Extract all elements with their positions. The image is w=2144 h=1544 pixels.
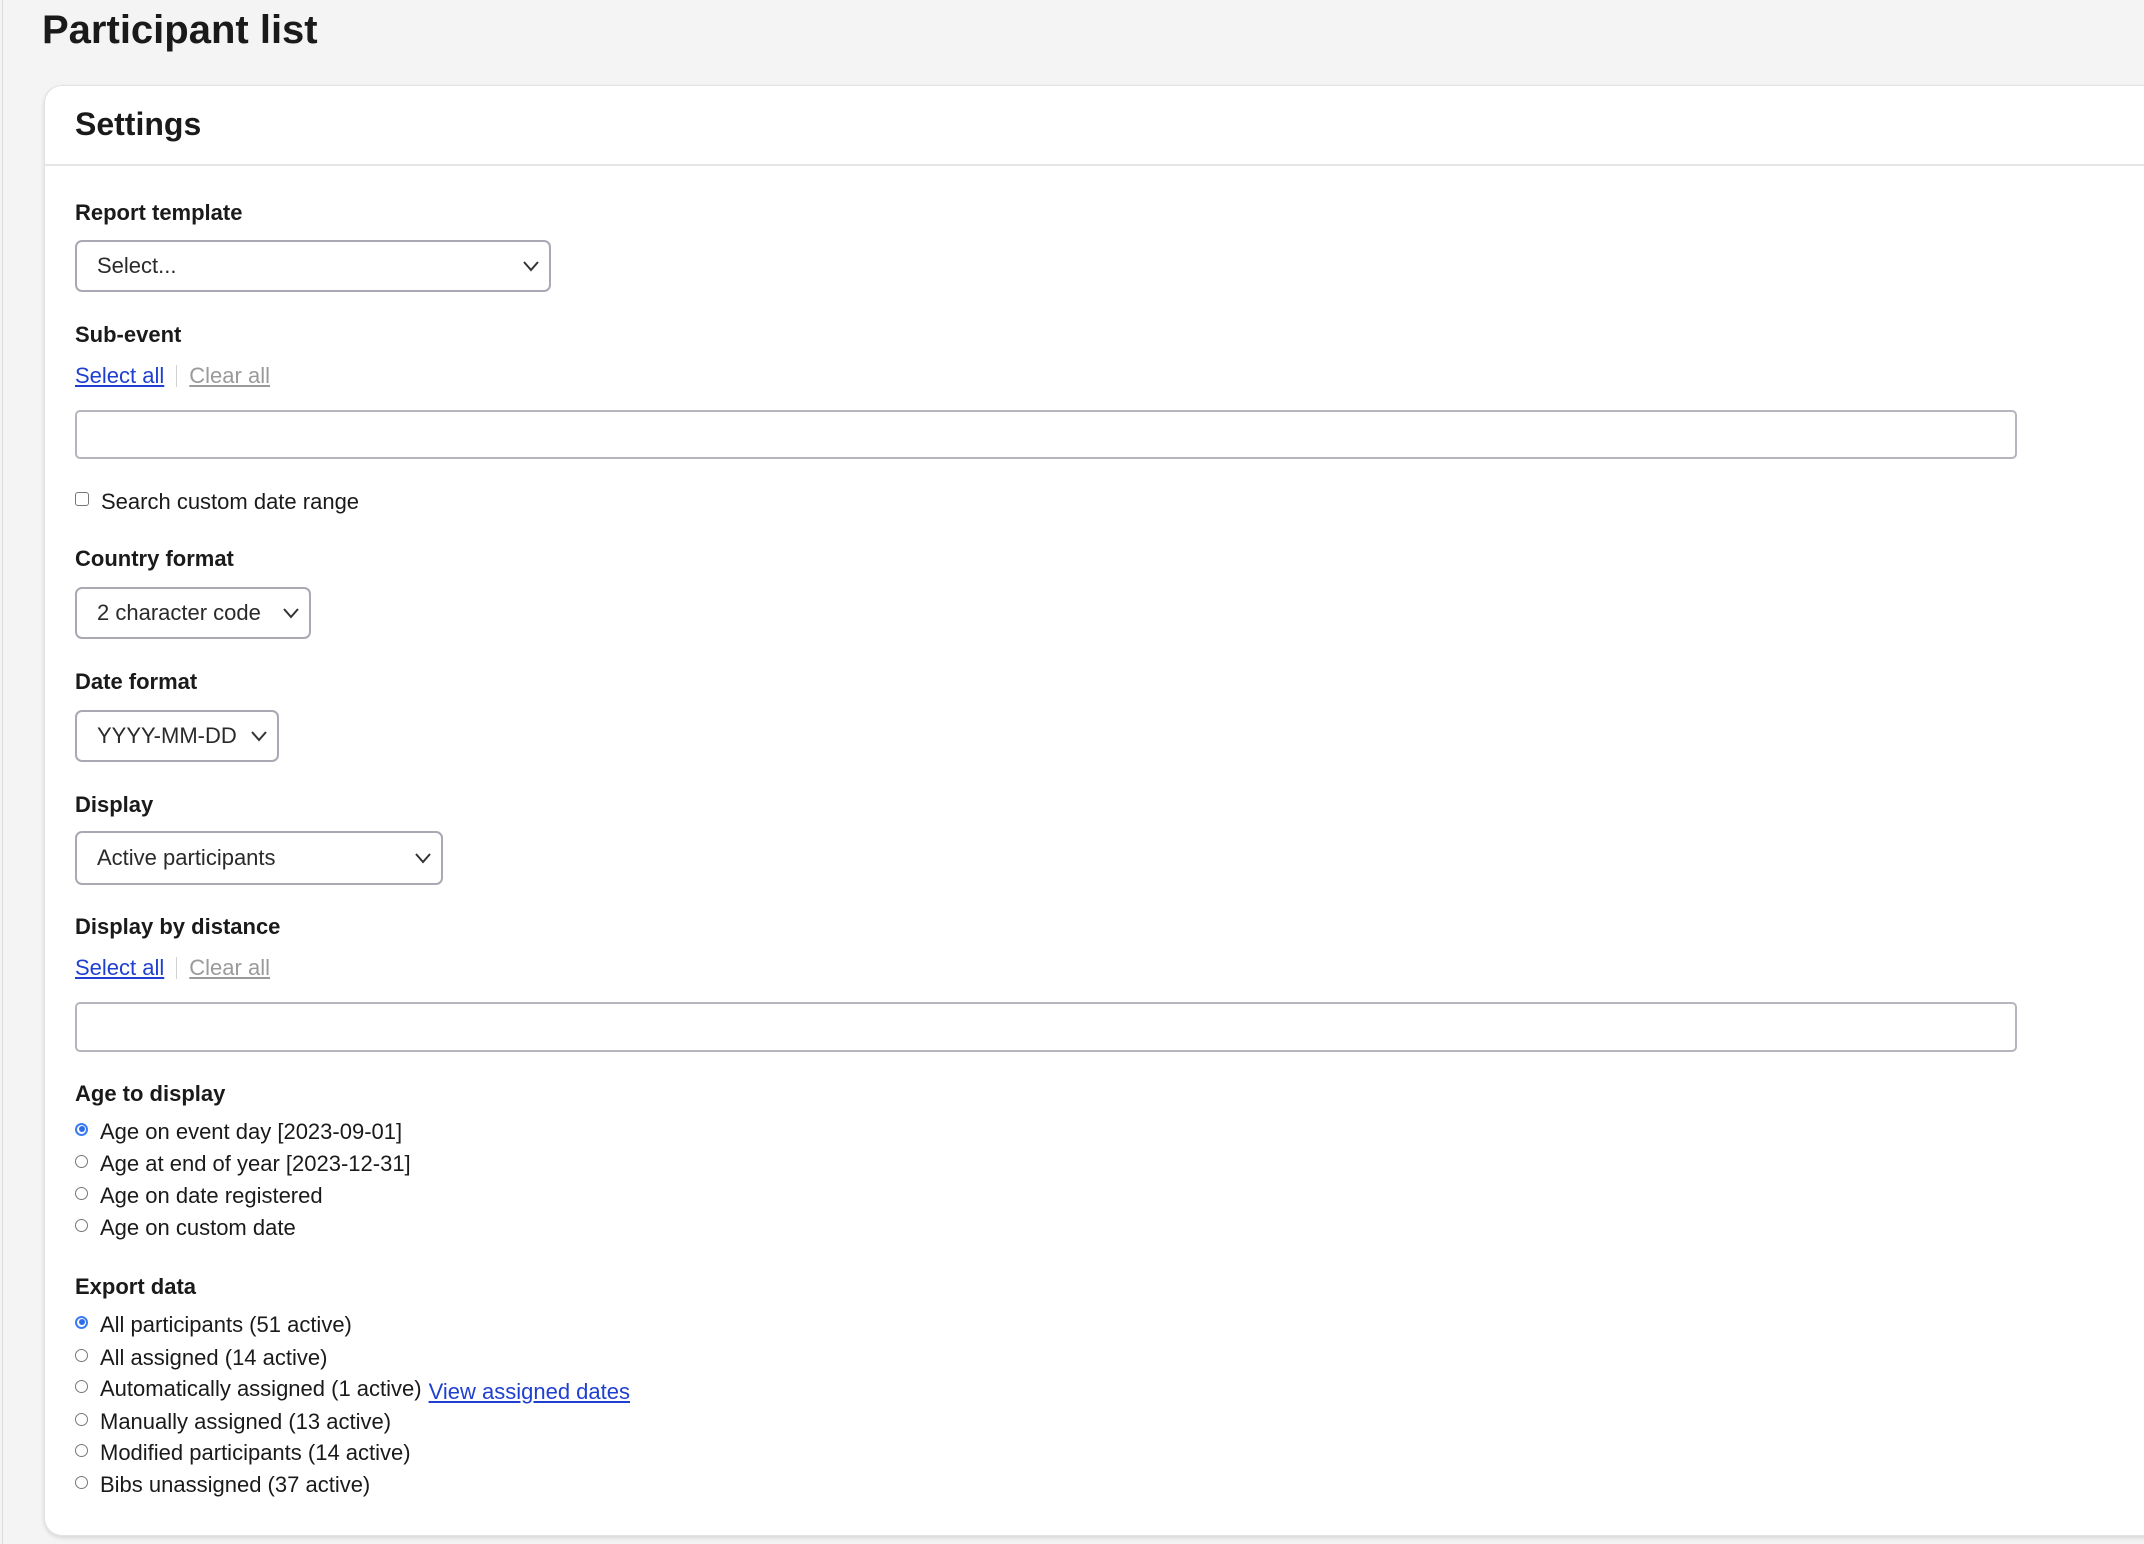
export-option[interactable]: All participants (51 active) bbox=[75, 1311, 352, 1339]
settings-card bbox=[44, 85, 2144, 1536]
radio-button[interactable] bbox=[75, 1122, 88, 1136]
chevron-down-icon bbox=[523, 261, 539, 272]
radio-button[interactable] bbox=[75, 1379, 88, 1393]
age-option-label: Age at end of year [2023-12-31] bbox=[100, 1151, 411, 1176]
distance-clear-all-link[interactable]: Clear all bbox=[189, 954, 270, 982]
report-template-value: Select... bbox=[97, 253, 177, 278]
export-option-label: Manually assigned (13 active) bbox=[100, 1409, 392, 1434]
age-option[interactable]: Age on event day [2023-09-01] bbox=[75, 1118, 402, 1146]
radio-button[interactable] bbox=[75, 1412, 88, 1426]
card-title: Settings bbox=[75, 106, 202, 142]
display-select[interactable]: Active participants bbox=[75, 831, 443, 885]
page-title: Participant list bbox=[42, 8, 318, 52]
age-option-label: Age on date registered bbox=[100, 1183, 323, 1208]
country-format-select[interactable]: 2 character code bbox=[75, 587, 311, 639]
sub-event-links: Select all Clear all bbox=[75, 362, 270, 390]
country-format-value: 2 character code bbox=[97, 600, 261, 625]
link-separator bbox=[176, 957, 178, 979]
age-to-display-label: Age to display bbox=[75, 1081, 226, 1106]
display-value: Active participants bbox=[97, 845, 276, 870]
age-option-label: Age on event day [2023-09-01] bbox=[100, 1119, 403, 1144]
distance-select-all-link[interactable]: Select all bbox=[75, 954, 164, 982]
radio-button[interactable] bbox=[75, 1348, 88, 1362]
radio-button[interactable] bbox=[75, 1315, 88, 1329]
export-option[interactable]: Modified participants (14 active) bbox=[75, 1439, 411, 1467]
date-format-label: Date format bbox=[75, 669, 198, 694]
country-format-label: Country format bbox=[75, 546, 234, 571]
view-assigned-dates-link[interactable]: View assigned dates bbox=[429, 1378, 630, 1406]
age-option-label: Age on custom date bbox=[100, 1215, 296, 1240]
distance-multiselect[interactable] bbox=[75, 1002, 2017, 1052]
radio-button[interactable] bbox=[75, 1154, 88, 1168]
age-option[interactable]: Age on custom date bbox=[75, 1214, 296, 1242]
radio-button[interactable] bbox=[75, 1218, 88, 1232]
date-format-value: YYYY-MM-DD bbox=[97, 723, 237, 748]
distance-links: Select all Clear all bbox=[75, 954, 270, 982]
page-left-border bbox=[2, 0, 3, 1544]
export-option-label: Automatically assigned (1 active) bbox=[100, 1376, 422, 1401]
card-divider bbox=[45, 164, 2144, 166]
radio-button[interactable] bbox=[75, 1443, 88, 1457]
export-option-label: Bibs unassigned (37 active) bbox=[100, 1472, 371, 1497]
export-option-label: All assigned (14 active) bbox=[100, 1345, 328, 1370]
sub-event-clear-all-link[interactable]: Clear all bbox=[189, 362, 270, 390]
display-by-distance-label: Display by distance bbox=[75, 914, 281, 939]
report-template-select[interactable]: Select... bbox=[75, 240, 551, 292]
sub-event-select-all-link[interactable]: Select all bbox=[75, 362, 164, 390]
sub-event-label: Sub-event bbox=[75, 322, 182, 347]
chevron-down-icon bbox=[251, 731, 267, 742]
export-option-label: All participants (51 active) bbox=[100, 1312, 352, 1337]
display-label: Display bbox=[75, 792, 154, 817]
export-option[interactable]: Manually assigned (13 active) bbox=[75, 1408, 391, 1436]
link-separator bbox=[176, 365, 178, 387]
radio-button[interactable] bbox=[75, 1186, 88, 1200]
export-option-label: Modified participants (14 active) bbox=[100, 1440, 411, 1465]
report-template-label: Report template bbox=[75, 200, 243, 225]
date-format-select[interactable]: YYYY-MM-DD bbox=[75, 710, 279, 762]
age-option[interactable]: Age at end of year [2023-12-31] bbox=[75, 1150, 411, 1178]
export-option[interactable]: All assigned (14 active) bbox=[75, 1344, 327, 1372]
radio-button[interactable] bbox=[75, 1475, 88, 1489]
age-option[interactable]: Age on date registered bbox=[75, 1182, 323, 1210]
sub-event-multiselect[interactable] bbox=[75, 410, 2017, 459]
chevron-down-icon bbox=[415, 853, 431, 864]
custom-date-range-label: Search custom date range bbox=[101, 489, 360, 514]
export-option[interactable]: Bibs unassigned (37 active) bbox=[75, 1471, 370, 1499]
chevron-down-icon bbox=[283, 608, 299, 619]
custom-date-range-checkbox[interactable] bbox=[75, 492, 89, 506]
export-data-label: Export data bbox=[75, 1274, 197, 1299]
custom-date-range-option[interactable]: Search custom date range bbox=[75, 488, 359, 516]
export-option[interactable]: Automatically assigned (1 active) View as… bbox=[75, 1375, 630, 1406]
